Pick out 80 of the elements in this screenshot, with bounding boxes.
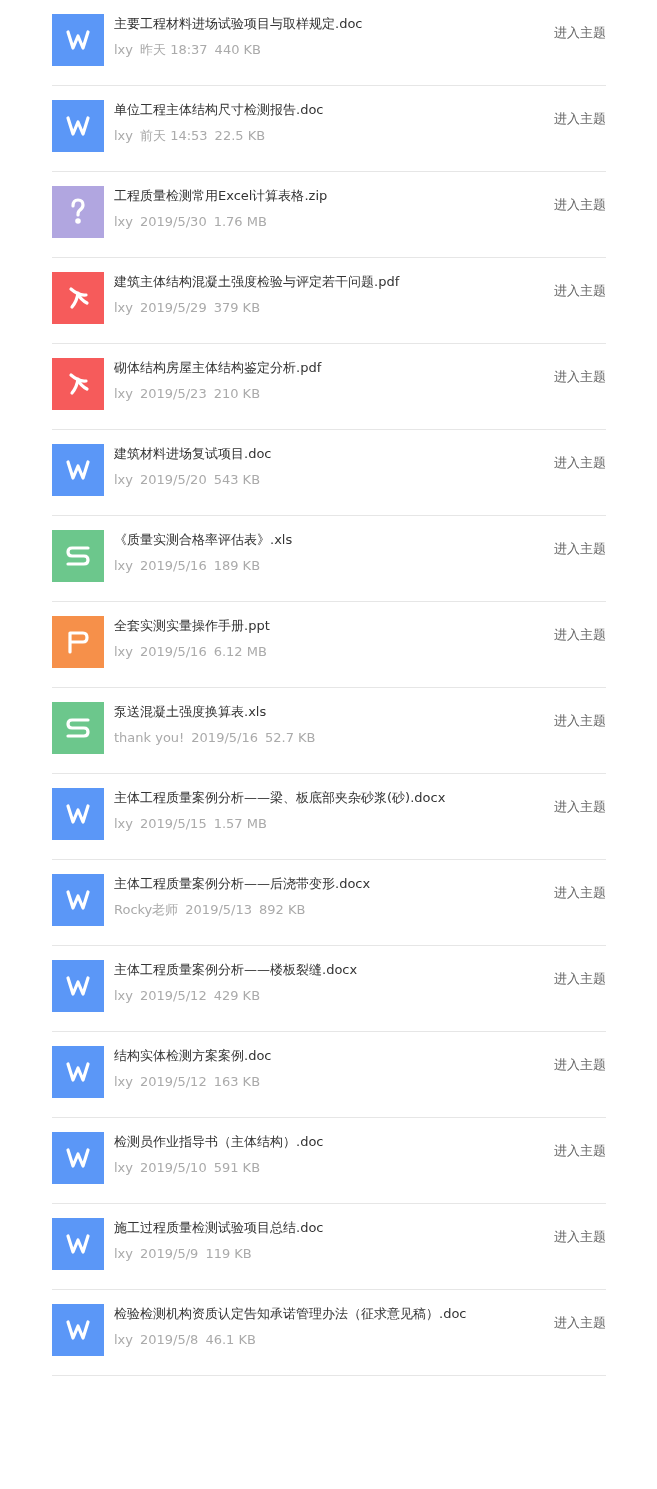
file-size: 379 KB [213,299,261,317]
author-name: lxy [114,213,133,231]
file-name-link[interactable]: 结构实体检测方案案例.doc [114,1046,554,1066]
enter-topic-link[interactable]: 进入主题 [554,368,606,386]
file-name-link[interactable]: 主要工程材料进场试验项目与取样规定.doc [114,14,554,34]
author-name: thank you! [114,729,185,747]
author-name: lxy [114,815,133,833]
enter-topic-link[interactable]: 进入主题 [554,282,606,300]
file-name-link[interactable]: 《质量实测合格率评估表》.xls [114,530,554,550]
upload-time: 2019/5/16 [140,643,207,661]
file-size: 52.7 KB [265,729,316,747]
upload-time: 前天 14:53 [140,127,208,145]
upload-time: 2019/5/29 [140,299,207,317]
file-size: 440 KB [214,41,261,59]
enter-topic-link[interactable]: 进入主题 [554,454,606,472]
enter-topic-link[interactable]: 进入主题 [554,110,606,128]
enter-topic-link[interactable]: 进入主题 [554,712,606,730]
file-name-link[interactable]: 工程质量检测常用Excel计算表格.zip [114,186,554,206]
file-name-link[interactable]: 全套实测实量操作手册.ppt [114,616,554,636]
upload-time: 昨天 18:37 [140,41,208,59]
file-name-link[interactable]: 主体工程质量案例分析——楼板裂缝.docx [114,960,554,980]
file-size: 210 KB [213,385,261,403]
enter-topic-link[interactable]: 进入主题 [554,1056,606,1074]
file-name-link[interactable]: 检验检测机构资质认定告知承诺管理办法（征求意见稿）.doc [114,1304,554,1324]
enter-topic-link[interactable]: 进入主题 [554,24,606,42]
upload-time: 2019/5/12 [140,987,207,1005]
enter-topic-link[interactable]: 进入主题 [554,626,606,644]
upload-time: 2019/5/16 [191,729,258,747]
author-name: Rocky老师 [114,901,179,919]
upload-time: 2019/5/20 [140,471,207,489]
file-name-link[interactable]: 建筑材料进场复试项目.doc [114,444,554,464]
author-name: lxy [114,41,133,59]
enter-topic-link[interactable]: 进入主题 [554,196,606,214]
file-size: 6.12 MB [213,643,267,661]
file-size: 22.5 KB [214,127,266,145]
file-name-link[interactable]: 建筑主体结构混凝土强度检验与评定若干问题.pdf [114,272,554,292]
enter-topic-link[interactable]: 进入主题 [554,884,606,902]
file-name-link[interactable]: 检测员作业指导书（主体结构）.doc [114,1132,554,1152]
author-name: lxy [114,1331,133,1349]
author-name: lxy [114,1245,133,1263]
file-name-link[interactable]: 砌体结构房屋主体结构鉴定分析.pdf [114,358,554,378]
upload-time: 2019/5/13 [185,901,252,919]
file-size: 543 KB [213,471,261,489]
author-name: lxy [114,385,133,403]
author-name: lxy [114,643,133,661]
enter-topic-link[interactable]: 进入主题 [554,1142,606,1160]
author-name: lxy [114,987,133,1005]
author-name: lxy [114,127,133,145]
upload-time: 2019/5/16 [140,557,207,575]
file-size: 46.1 KB [205,1331,256,1349]
file-size: 119 KB [205,1245,252,1263]
upload-time: 2019/5/12 [140,1073,207,1091]
upload-time: 2019/5/8 [140,1331,199,1349]
upload-time: 2019/5/30 [140,213,207,231]
file-name-link[interactable]: 主体工程质量案例分析——梁、板底部夹杂砂浆(砂).docx [114,788,554,808]
file-size: 591 KB [213,1159,261,1177]
upload-time: 2019/5/15 [140,815,207,833]
file-size: 1.57 MB [213,815,267,833]
file-size: 163 KB [213,1073,261,1091]
author-name: lxy [114,299,133,317]
enter-topic-link[interactable]: 进入主题 [554,1314,606,1332]
enter-topic-link[interactable]: 进入主题 [554,798,606,816]
file-name-link[interactable]: 施工过程质量检测试验项目总结.doc [114,1218,554,1238]
enter-topic-link[interactable]: 进入主题 [554,1228,606,1246]
file-name-link[interactable]: 单位工程主体结构尺寸检测报告.doc [114,100,554,120]
file-size: 1.76 MB [213,213,267,231]
enter-topic-link[interactable]: 进入主题 [554,970,606,988]
file-name-link[interactable]: 泵送混凝土强度换算表.xls [114,702,554,722]
author-name: lxy [114,1159,133,1177]
author-name: lxy [114,557,133,575]
author-name: lxy [114,1073,133,1091]
upload-time: 2019/5/9 [140,1245,199,1263]
file-size: 189 KB [213,557,261,575]
author-name: lxy [114,471,133,489]
enter-topic-link[interactable]: 进入主题 [554,540,606,558]
upload-time: 2019/5/10 [140,1159,207,1177]
file-name-link[interactable]: 主体工程质量案例分析——后浇带变形.docx [114,874,554,894]
file-size: 429 KB [213,987,261,1005]
file-size: 892 KB [259,901,306,919]
upload-time: 2019/5/23 [140,385,207,403]
